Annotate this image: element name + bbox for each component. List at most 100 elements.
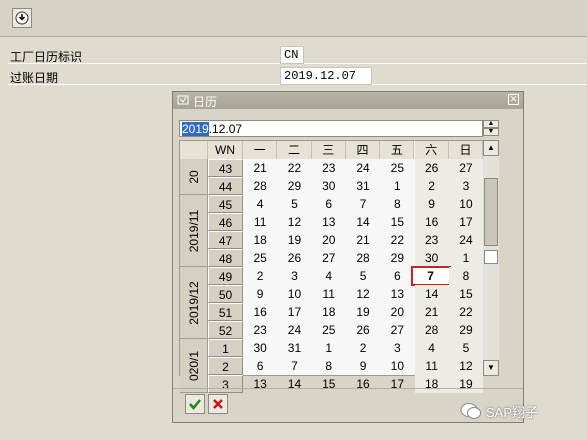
day-cell[interactable]: 17 [448, 213, 484, 231]
day-cell[interactable]: 25 [243, 249, 277, 267]
confirm-button[interactable] [185, 394, 205, 414]
day-cell[interactable]: 1 [312, 339, 346, 357]
day-cell[interactable]: 2 [243, 267, 277, 285]
week-number[interactable]: 52 [208, 321, 243, 339]
day-cell[interactable]: 31 [346, 177, 380, 195]
day-cell[interactable]: 16 [346, 375, 380, 393]
day-cell[interactable]: 25 [312, 321, 346, 339]
posting-date-field[interactable]: 2019.12.07 [280, 67, 372, 85]
day-cell[interactable]: 19 [448, 375, 484, 393]
week-number[interactable]: 44 [208, 177, 243, 195]
day-cell[interactable]: 5 [448, 339, 484, 357]
spin-down-icon[interactable]: ▼ [483, 128, 499, 136]
day-cell[interactable]: 22 [380, 231, 414, 249]
selected-day[interactable]: 7 [410, 266, 451, 286]
day-cell[interactable]: 23 [243, 321, 277, 339]
day-cell[interactable]: 4 [243, 195, 277, 213]
day-cell[interactable]: 20 [380, 303, 414, 321]
day-cell[interactable]: 28 [346, 249, 380, 267]
day-cell[interactable]: 17 [277, 303, 311, 321]
scroll-up-icon[interactable]: ▲ [483, 140, 499, 156]
day-cell[interactable]: 30 [243, 339, 277, 357]
day-cell[interactable]: 18 [312, 303, 346, 321]
day-cell[interactable]: 28 [243, 177, 277, 195]
scroll-thumb[interactable] [484, 178, 498, 246]
day-cell[interactable]: 29 [277, 177, 311, 195]
week-number[interactable]: 48 [208, 249, 243, 267]
day-cell[interactable]: 27 [448, 159, 484, 177]
scroll-down-icon[interactable]: ▼ [483, 360, 499, 376]
day-cell[interactable]: 19 [346, 303, 380, 321]
day-cell[interactable]: 24 [346, 159, 380, 177]
day-cell[interactable]: 9 [346, 357, 380, 375]
day-cell[interactable]: 27 [380, 321, 414, 339]
day-cell[interactable]: 12 [448, 357, 484, 375]
day-cell[interactable]: 11 [312, 285, 346, 303]
day-cell[interactable]: 30 [312, 177, 346, 195]
day-cell[interactable]: 10 [277, 285, 311, 303]
day-cell[interactable]: 9 [414, 195, 449, 213]
day-cell[interactable]: 8 [380, 195, 414, 213]
day-cell[interactable]: 13 [380, 285, 414, 303]
day-cell[interactable]: 8 [312, 357, 346, 375]
calendar-scrollbar[interactable]: ▲ ▼ [483, 140, 499, 376]
day-cell[interactable]: 16 [414, 213, 449, 231]
cancel-button[interactable] [208, 394, 228, 414]
day-cell[interactable]: 21 [414, 303, 449, 321]
day-cell[interactable]: 7 [346, 195, 380, 213]
day-cell[interactable]: 21 [243, 159, 277, 177]
day-cell[interactable]: 3 [277, 267, 311, 285]
day-cell[interactable]: 22 [448, 303, 484, 321]
day-cell[interactable]: 17 [380, 375, 414, 393]
day-cell[interactable]: 6 [312, 195, 346, 213]
day-cell[interactable]: 8 [448, 267, 484, 285]
day-cell[interactable]: 31 [277, 339, 311, 357]
day-cell[interactable]: 10 [380, 357, 414, 375]
day-cell[interactable]: 3 [448, 177, 484, 195]
week-number[interactable]: 43 [208, 159, 243, 177]
day-cell[interactable]: 11 [243, 213, 277, 231]
day-cell[interactable]: 4 [414, 339, 449, 357]
day-cell[interactable]: 15 [448, 285, 484, 303]
day-cell[interactable]: 15 [312, 375, 346, 393]
day-cell[interactable]: 6 [243, 357, 277, 375]
day-cell[interactable]: 9 [243, 285, 277, 303]
day-cell[interactable]: 26 [346, 321, 380, 339]
day-cell[interactable]: 22 [277, 159, 311, 177]
day-cell[interactable]: 2 [346, 339, 380, 357]
day-cell[interactable]: 2 [414, 177, 449, 195]
day-cell[interactable]: 5 [277, 195, 311, 213]
execute-button[interactable] [12, 8, 32, 28]
day-cell[interactable]: 18 [243, 231, 277, 249]
week-number[interactable]: 47 [208, 231, 243, 249]
week-number[interactable]: 45 [208, 195, 243, 213]
day-cell[interactable]: 30 [414, 249, 449, 267]
day-cell[interactable]: 3 [380, 339, 414, 357]
day-cell[interactable]: 26 [277, 249, 311, 267]
day-cell[interactable]: 12 [346, 285, 380, 303]
week-number[interactable]: 3 [208, 375, 243, 393]
day-cell[interactable]: 23 [414, 231, 449, 249]
week-number[interactable]: 50 [208, 285, 243, 303]
day-cell[interactable]: 28 [414, 321, 449, 339]
day-cell[interactable]: 25 [380, 159, 414, 177]
calendar-id-field[interactable]: CN [280, 46, 304, 64]
day-cell[interactable]: 14 [414, 285, 449, 303]
day-cell[interactable]: 7 [277, 357, 311, 375]
date-spinner[interactable]: ▲ ▼ [483, 120, 499, 137]
close-icon[interactable]: ✕ [508, 94, 519, 105]
day-cell[interactable]: 1 [380, 177, 414, 195]
day-cell[interactable]: 26 [414, 159, 449, 177]
spin-up-icon[interactable]: ▲ [483, 120, 499, 128]
week-number[interactable]: 2 [208, 357, 243, 375]
day-cell[interactable]: 21 [346, 231, 380, 249]
week-number[interactable]: 1 [208, 339, 243, 357]
day-cell[interactable]: 23 [312, 159, 346, 177]
day-cell[interactable]: 15 [380, 213, 414, 231]
day-cell[interactable]: 10 [448, 195, 484, 213]
day-cell[interactable]: 29 [448, 321, 484, 339]
week-number[interactable]: 49 [208, 267, 243, 285]
day-cell[interactable]: 16 [243, 303, 277, 321]
day-cell[interactable]: 13 [312, 213, 346, 231]
day-cell[interactable]: 20 [312, 231, 346, 249]
